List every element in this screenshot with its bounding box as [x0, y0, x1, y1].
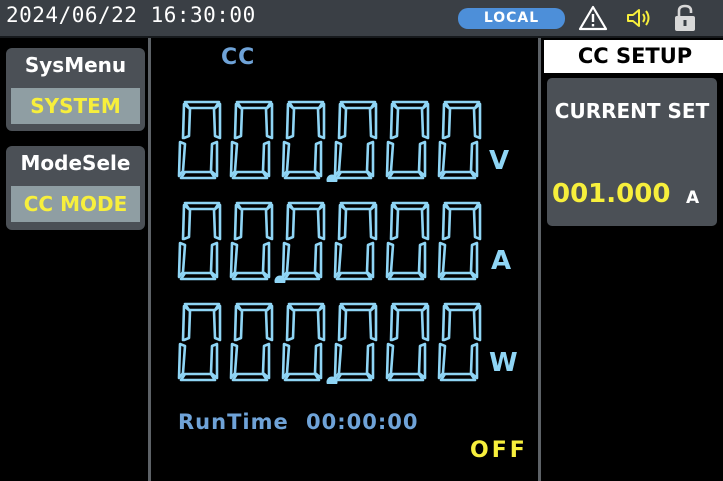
- digit: [333, 302, 378, 382]
- modesele-softkey[interactable]: ModeSele CC MODE: [6, 146, 145, 230]
- digit: [385, 201, 430, 281]
- current-unit: A: [491, 246, 512, 276]
- local-remote-badge[interactable]: LOCAL: [458, 8, 565, 29]
- runtime-value: 00:00:00: [306, 410, 419, 434]
- digit: [385, 100, 430, 180]
- instrument-screen: 2024/06/22 16:30:00 LOCAL SysMenu SYSTEM…: [0, 0, 723, 481]
- runtime-label: RunTime: [178, 410, 289, 434]
- current-reading: [177, 201, 482, 283]
- digit: [333, 100, 378, 180]
- current-set-unit: A: [686, 188, 700, 208]
- setup-panel: CC SETUP CURRENT SET 001.000 A: [538, 38, 723, 481]
- runtime-display: RunTime 00:00:00: [178, 410, 419, 434]
- setup-title: CC SETUP: [544, 40, 723, 73]
- main-display: CC V A W RunTime 00:00:00 OFF: [151, 38, 538, 481]
- digit: [177, 302, 222, 382]
- sysmenu-title: SysMenu: [24, 53, 127, 77]
- sysmenu-softkey[interactable]: SysMenu SYSTEM: [6, 48, 145, 131]
- mode-indicator: CC: [221, 45, 256, 70]
- sysmenu-value: SYSTEM: [11, 88, 140, 124]
- digit: [281, 100, 326, 180]
- digit: [437, 100, 482, 180]
- power-reading: [177, 302, 482, 384]
- datetime-display: 2024/06/22 16:30:00: [6, 3, 256, 27]
- digit: [229, 100, 274, 180]
- digit: [229, 201, 274, 281]
- output-state: OFF: [470, 438, 528, 463]
- digit: [437, 302, 482, 382]
- digit: [437, 201, 482, 281]
- digit: [229, 302, 274, 382]
- digit: [385, 302, 430, 382]
- digit: [281, 302, 326, 382]
- modesele-value: CC MODE: [11, 186, 140, 222]
- digit: [177, 100, 222, 180]
- speaker-icon[interactable]: [625, 5, 655, 35]
- current-set-field[interactable]: CURRENT SET 001.000 A: [547, 78, 717, 226]
- voltage-reading: [177, 100, 482, 182]
- modesele-title: ModeSele: [20, 151, 131, 175]
- left-menu-panel: SysMenu SYSTEM ModeSele CC MODE: [0, 38, 151, 481]
- digit: [281, 201, 326, 281]
- status-bar: 2024/06/22 16:30:00 LOCAL: [0, 0, 723, 38]
- power-unit: W: [489, 348, 518, 378]
- current-set-label: CURRENT SET: [554, 99, 710, 123]
- digit: [333, 201, 378, 281]
- digit: [177, 201, 222, 281]
- voltage-unit: V: [489, 146, 510, 176]
- current-set-value: 001.000: [552, 179, 671, 209]
- warning-icon[interactable]: [578, 5, 608, 35]
- lock-icon[interactable]: [672, 3, 698, 37]
